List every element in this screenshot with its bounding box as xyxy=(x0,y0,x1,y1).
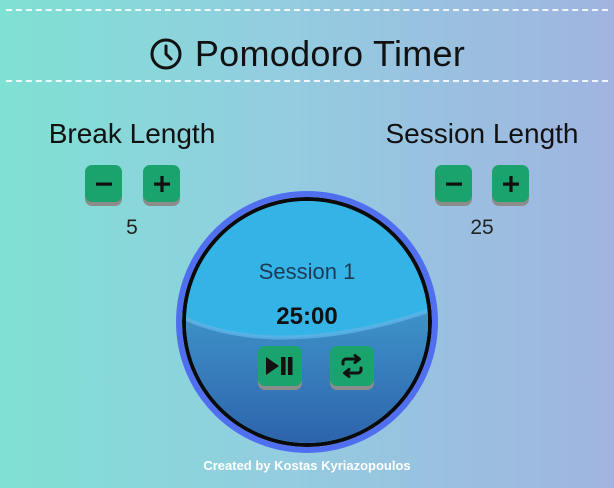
timer-face: Session 1 25:00 xyxy=(182,197,432,447)
break-increment-button[interactable] xyxy=(143,165,180,202)
timer-circle: Session 1 25:00 xyxy=(176,191,438,453)
play-pause-icon xyxy=(266,357,293,375)
clock-icon xyxy=(150,38,182,70)
plus-icon xyxy=(153,175,170,192)
break-decrement-button[interactable] xyxy=(85,165,122,202)
minus-icon xyxy=(445,182,462,186)
header-divider-bottom xyxy=(6,80,608,82)
footer-credit: Created by Kostas Kyriazopoulos xyxy=(203,458,411,473)
session-length-value: 25 xyxy=(470,216,494,239)
minus-icon xyxy=(95,182,112,186)
play-pause-button[interactable] xyxy=(258,346,302,386)
page-header: Pomodoro Timer xyxy=(0,32,614,76)
session-name: Session 1 xyxy=(258,259,356,284)
header-divider-top xyxy=(6,9,608,11)
reset-button[interactable] xyxy=(330,346,374,386)
session-length-label: Session Length xyxy=(385,118,579,149)
page-title: Pomodoro Timer xyxy=(194,33,466,74)
break-length-label: Break Length xyxy=(48,118,216,149)
break-length-value: 5 xyxy=(126,216,138,239)
plus-icon xyxy=(502,175,519,192)
session-decrement-button[interactable] xyxy=(435,165,472,202)
session-increment-button[interactable] xyxy=(492,165,529,202)
repeat-icon xyxy=(341,354,363,378)
time-left: 25:00 xyxy=(276,303,338,330)
